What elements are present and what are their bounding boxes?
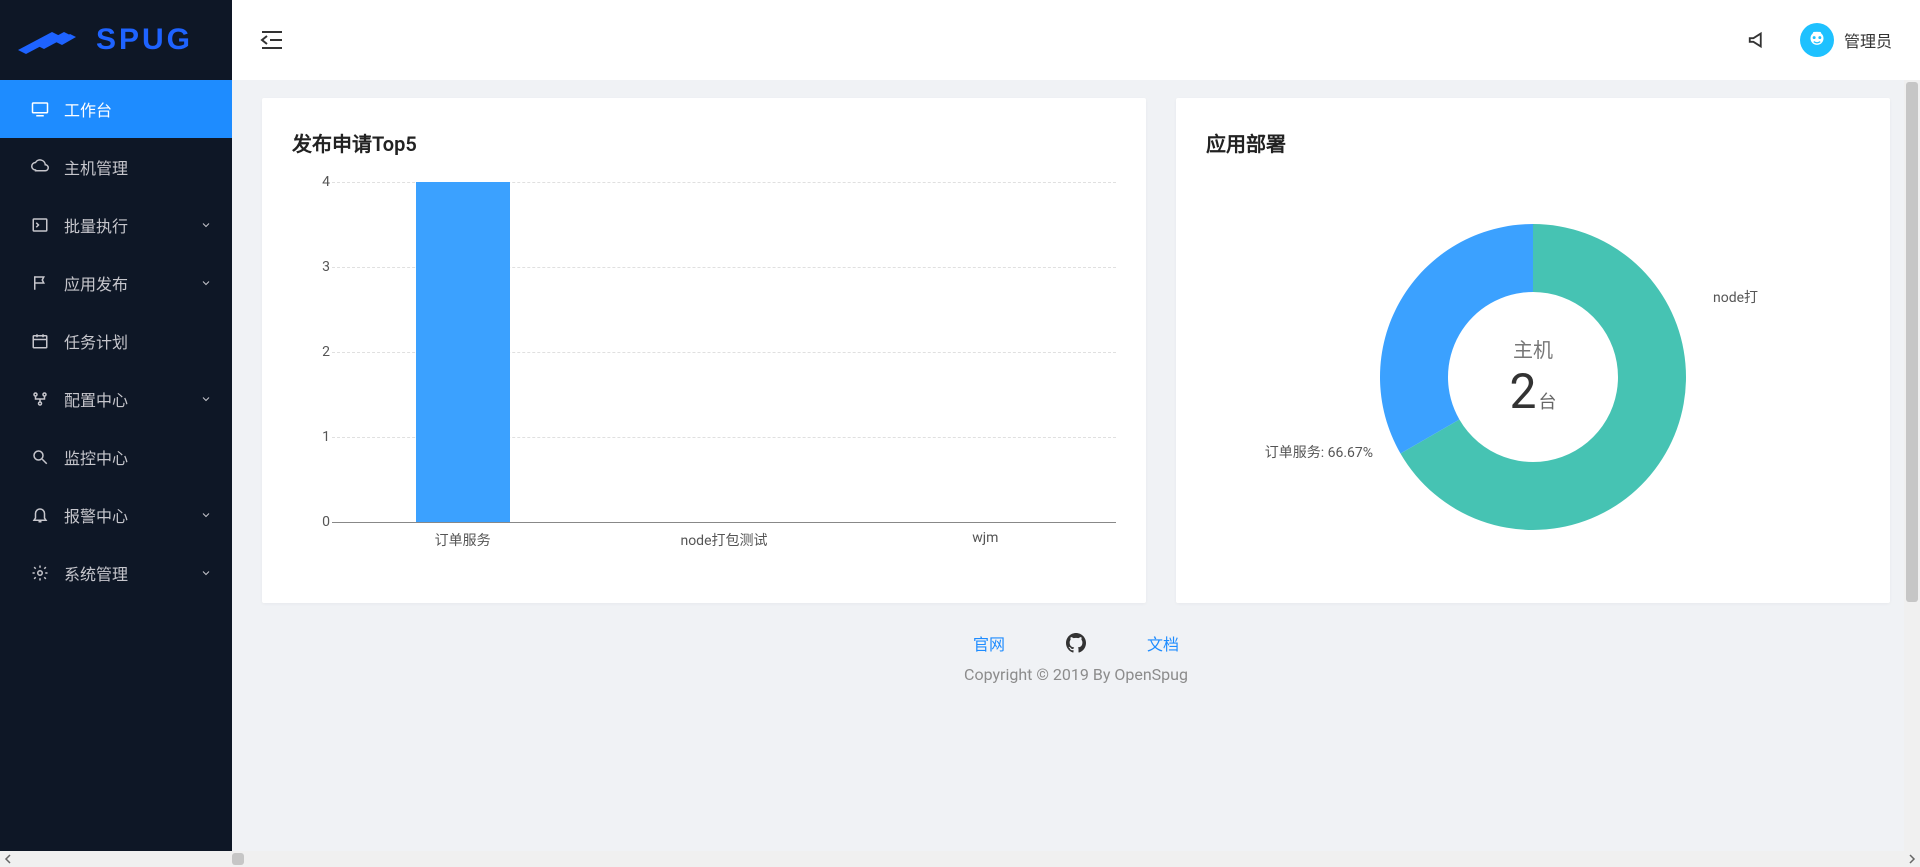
flag-icon	[30, 274, 50, 292]
sidebar-item-label: 应用发布	[64, 271, 200, 295]
search-icon	[30, 448, 50, 466]
y-axis-tick: 4	[302, 174, 330, 190]
footer-link-docs[interactable]: 文档	[1147, 631, 1179, 655]
terminal-icon	[30, 216, 50, 234]
donut-center-value: 2	[1510, 363, 1537, 420]
cloud-server-icon	[30, 158, 50, 176]
card-app-deploy: 应用部署 主机 2 台 node打 订单服务: 66.67%	[1176, 98, 1890, 603]
footer-copyright: Copyright © 2019 By OpenSpug	[262, 665, 1890, 684]
x-axis-label: wjm	[855, 522, 1116, 552]
sidebar-item-label: 任务计划	[64, 329, 212, 353]
x-axis-label: 订单服务	[332, 522, 593, 552]
sidebar-item-dashboard[interactable]: 工作台	[0, 80, 232, 138]
x-axis-label: node打包测试	[593, 522, 854, 552]
sidebar-item-label: 工作台	[64, 97, 212, 121]
github-icon[interactable]	[1065, 632, 1087, 654]
sidebar-item-app-deploy[interactable]: 应用发布	[0, 254, 232, 312]
scrollbar-track[interactable]	[16, 851, 1904, 867]
horizontal-scrollbar[interactable]	[0, 851, 1920, 867]
bell-icon	[30, 506, 50, 524]
chevron-down-icon	[200, 567, 212, 579]
sidebar-item-label: 监控中心	[64, 445, 212, 469]
donut-label-right: node打	[1713, 287, 1758, 307]
chevron-down-icon	[200, 219, 212, 231]
scrollbar-thumb[interactable]	[1906, 82, 1918, 602]
main-area: 管理员 发布申请Top5 01234 订单服务node打包测试wjm 应用部署	[232, 0, 1920, 867]
donut-center: 主机 2 台	[1510, 334, 1557, 420]
collapse-sidebar-button[interactable]	[260, 28, 284, 52]
brand-logo-icon	[18, 24, 78, 56]
sidebar-item-label: 批量执行	[64, 213, 200, 237]
scroll-right-arrow[interactable]	[1904, 851, 1920, 867]
chevron-down-icon	[200, 277, 212, 289]
sidebar-item-label: 配置中心	[64, 387, 200, 411]
bar	[416, 182, 510, 522]
y-axis-tick: 1	[302, 429, 330, 445]
sidebar-item-label: 系统管理	[64, 561, 200, 585]
vertical-scrollbar[interactable]	[1904, 80, 1920, 851]
y-axis-tick: 2	[302, 344, 330, 360]
donut-chart: 主机 2 台 node打 订单服务: 66.67%	[1206, 177, 1860, 577]
card-release-top5: 发布申请Top5 01234 订单服务node打包测试wjm	[262, 98, 1146, 603]
user-name[interactable]: 管理员	[1844, 28, 1892, 52]
bar-chart: 01234 订单服务node打包测试wjm	[332, 182, 1116, 552]
donut-center-unit: 台	[1538, 388, 1556, 414]
page-footer: 官网 文档 Copyright © 2019 By OpenSpug	[262, 603, 1890, 694]
top-header: 管理员	[232, 0, 1920, 80]
user-avatar[interactable]	[1800, 23, 1834, 57]
monitor-icon	[30, 100, 50, 118]
sidebar: SPUG 工作台 主机管理 批量执行	[0, 0, 232, 867]
sidebar-item-schedule[interactable]: 任务计划	[0, 312, 232, 370]
brand-logo[interactable]: SPUG	[0, 0, 232, 80]
sidebar-item-label: 报警中心	[64, 503, 200, 527]
footer-link-home[interactable]: 官网	[973, 631, 1005, 655]
sidebar-item-hosts[interactable]: 主机管理	[0, 138, 232, 196]
card-title: 发布申请Top5	[292, 128, 1116, 157]
sidebar-item-alarm[interactable]: 报警中心	[0, 486, 232, 544]
y-axis-tick: 0	[302, 514, 330, 530]
gear-icon	[30, 564, 50, 582]
sidebar-item-batch-exec[interactable]: 批量执行	[0, 196, 232, 254]
sidebar-menu: 工作台 主机管理 批量执行 应用发布	[0, 80, 232, 602]
sidebar-item-config[interactable]: 配置中心	[0, 370, 232, 428]
scrollbar-thumb[interactable]	[232, 853, 244, 865]
y-axis-tick: 3	[302, 259, 330, 275]
deploy-icon	[30, 390, 50, 408]
scroll-left-arrow[interactable]	[0, 851, 16, 867]
calendar-icon	[30, 332, 50, 350]
chevron-down-icon	[200, 393, 212, 405]
content: 发布申请Top5 01234 订单服务node打包测试wjm 应用部署 主机	[232, 80, 1920, 867]
chevron-down-icon	[200, 509, 212, 521]
sidebar-item-system[interactable]: 系统管理	[0, 544, 232, 602]
donut-center-label: 主机	[1510, 334, 1557, 363]
sidebar-item-monitor[interactable]: 监控中心	[0, 428, 232, 486]
card-title: 应用部署	[1206, 128, 1860, 157]
brand-name: SPUG	[96, 23, 193, 57]
sidebar-item-label: 主机管理	[64, 155, 212, 179]
announcement-icon[interactable]	[1746, 28, 1770, 52]
donut-label-left: 订单服务: 66.67%	[1265, 442, 1373, 462]
